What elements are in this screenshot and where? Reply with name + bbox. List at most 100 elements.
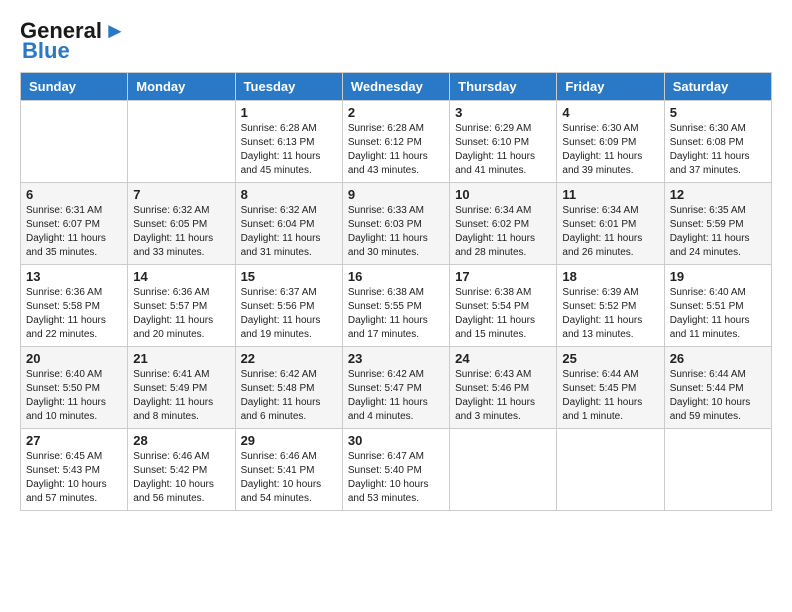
day-number: 18 bbox=[562, 269, 658, 284]
calendar-cell: 28 Sunrise: 6:46 AM Sunset: 5:42 PM Dayli… bbox=[128, 429, 235, 511]
calendar-cell: 22 Sunrise: 6:42 AM Sunset: 5:48 PM Dayli… bbox=[235, 347, 342, 429]
day-info: Sunrise: 6:42 AM Sunset: 5:47 PM Dayligh… bbox=[348, 368, 444, 424]
calendar-cell bbox=[21, 101, 128, 183]
day-number: 9 bbox=[348, 187, 444, 202]
day-info: Sunrise: 6:40 AM Sunset: 5:50 PM Dayligh… bbox=[26, 368, 122, 424]
calendar-cell bbox=[557, 429, 664, 511]
weekday-header: Tuesday bbox=[235, 73, 342, 101]
calendar-cell: 13 Sunrise: 6:36 AM Sunset: 5:58 PM Dayli… bbox=[21, 265, 128, 347]
weekday-header: Sunday bbox=[21, 73, 128, 101]
day-info: Sunrise: 6:29 AM Sunset: 6:10 PM Dayligh… bbox=[455, 122, 551, 178]
calendar-cell: 3 Sunrise: 6:29 AM Sunset: 6:10 PM Daylig… bbox=[450, 101, 557, 183]
calendar-cell: 7Sunrise: 6:32 AM Sunset: 6:05 PM Daylig… bbox=[128, 183, 235, 265]
calendar-cell: 19 Sunrise: 6:40 AM Sunset: 5:51 PM Dayli… bbox=[664, 265, 771, 347]
day-number: 30 bbox=[348, 433, 444, 448]
day-number: 3 bbox=[455, 105, 551, 120]
day-number: 27 bbox=[26, 433, 122, 448]
day-info: Sunrise: 6:30 AM Sunset: 6:08 PM Dayligh… bbox=[670, 122, 766, 178]
weekday-header: Wednesday bbox=[342, 73, 449, 101]
day-number: 29 bbox=[241, 433, 337, 448]
day-number: 21 bbox=[133, 351, 229, 366]
calendar-cell: 17Sunrise: 6:38 AM Sunset: 5:54 PM Dayli… bbox=[450, 265, 557, 347]
day-info: Sunrise: 6:47 AM Sunset: 5:40 PM Dayligh… bbox=[348, 450, 444, 506]
day-info: Sunrise: 6:30 AM Sunset: 6:09 PM Dayligh… bbox=[562, 122, 658, 178]
calendar-cell: 2Sunrise: 6:28 AM Sunset: 6:12 PM Daylig… bbox=[342, 101, 449, 183]
day-info: Sunrise: 6:46 AM Sunset: 5:42 PM Dayligh… bbox=[133, 450, 229, 506]
day-number: 5 bbox=[670, 105, 766, 120]
calendar-cell: 23 Sunrise: 6:42 AM Sunset: 5:47 PM Dayli… bbox=[342, 347, 449, 429]
calendar-cell: 4 Sunrise: 6:30 AM Sunset: 6:09 PM Daylig… bbox=[557, 101, 664, 183]
day-info: Sunrise: 6:44 AM Sunset: 5:44 PM Dayligh… bbox=[670, 368, 766, 424]
day-number: 8 bbox=[241, 187, 337, 202]
day-info: Sunrise: 6:35 AM Sunset: 5:59 PM Dayligh… bbox=[670, 204, 766, 260]
day-info: Sunrise: 6:44 AM Sunset: 5:45 PM Dayligh… bbox=[562, 368, 658, 424]
weekday-header: Monday bbox=[128, 73, 235, 101]
calendar-cell: 18 Sunrise: 6:39 AM Sunset: 5:52 PM Dayli… bbox=[557, 265, 664, 347]
calendar-cell bbox=[128, 101, 235, 183]
calendar-cell: 6 Sunrise: 6:31 AM Sunset: 6:07 PM Daylig… bbox=[21, 183, 128, 265]
calendar-cell: 9Sunrise: 6:33 AM Sunset: 6:03 PM Daylig… bbox=[342, 183, 449, 265]
day-info: Sunrise: 6:36 AM Sunset: 5:58 PM Dayligh… bbox=[26, 286, 122, 342]
calendar-week-row: 1 Sunrise: 6:28 AM Sunset: 6:13 PM Daylig… bbox=[21, 101, 772, 183]
day-number: 14 bbox=[133, 269, 229, 284]
day-info: Sunrise: 6:28 AM Sunset: 6:12 PM Dayligh… bbox=[348, 122, 444, 178]
day-info: Sunrise: 6:42 AM Sunset: 5:48 PM Dayligh… bbox=[241, 368, 337, 424]
day-info: Sunrise: 6:37 AM Sunset: 5:56 PM Dayligh… bbox=[241, 286, 337, 342]
page-header: General► Blue bbox=[20, 20, 772, 62]
day-number: 6 bbox=[26, 187, 122, 202]
day-number: 22 bbox=[241, 351, 337, 366]
day-number: 23 bbox=[348, 351, 444, 366]
day-info: Sunrise: 6:38 AM Sunset: 5:55 PM Dayligh… bbox=[348, 286, 444, 342]
calendar-cell: 25 Sunrise: 6:44 AM Sunset: 5:45 PM Dayli… bbox=[557, 347, 664, 429]
calendar-cell: 30 Sunrise: 6:47 AM Sunset: 5:40 PM Dayli… bbox=[342, 429, 449, 511]
day-info: Sunrise: 6:32 AM Sunset: 6:05 PM Dayligh… bbox=[133, 204, 229, 260]
day-info: Sunrise: 6:46 AM Sunset: 5:41 PM Dayligh… bbox=[241, 450, 337, 506]
calendar-cell: 14 Sunrise: 6:36 AM Sunset: 5:57 PM Dayli… bbox=[128, 265, 235, 347]
calendar-cell bbox=[664, 429, 771, 511]
day-number: 25 bbox=[562, 351, 658, 366]
calendar-cell: 26 Sunrise: 6:44 AM Sunset: 5:44 PM Dayli… bbox=[664, 347, 771, 429]
day-info: Sunrise: 6:34 AM Sunset: 6:01 PM Dayligh… bbox=[562, 204, 658, 260]
day-number: 19 bbox=[670, 269, 766, 284]
logo: General► Blue bbox=[20, 20, 126, 62]
calendar-cell: 8 Sunrise: 6:32 AM Sunset: 6:04 PM Daylig… bbox=[235, 183, 342, 265]
weekday-header: Thursday bbox=[450, 73, 557, 101]
calendar-cell: 11 Sunrise: 6:34 AM Sunset: 6:01 PM Dayli… bbox=[557, 183, 664, 265]
calendar-cell: 21 Sunrise: 6:41 AM Sunset: 5:49 PM Dayli… bbox=[128, 347, 235, 429]
day-number: 17 bbox=[455, 269, 551, 284]
calendar-table: SundayMondayTuesdayWednesdayThursdayFrid… bbox=[20, 72, 772, 511]
day-number: 10 bbox=[455, 187, 551, 202]
day-number: 12 bbox=[670, 187, 766, 202]
calendar-cell: 27 Sunrise: 6:45 AM Sunset: 5:43 PM Dayli… bbox=[21, 429, 128, 511]
calendar-week-row: 27 Sunrise: 6:45 AM Sunset: 5:43 PM Dayli… bbox=[21, 429, 772, 511]
day-number: 26 bbox=[670, 351, 766, 366]
calendar-cell: 15 Sunrise: 6:37 AM Sunset: 5:56 PM Dayli… bbox=[235, 265, 342, 347]
day-number: 16 bbox=[348, 269, 444, 284]
day-info: Sunrise: 6:41 AM Sunset: 5:49 PM Dayligh… bbox=[133, 368, 229, 424]
day-number: 11 bbox=[562, 187, 658, 202]
day-number: 28 bbox=[133, 433, 229, 448]
day-info: Sunrise: 6:34 AM Sunset: 6:02 PM Dayligh… bbox=[455, 204, 551, 260]
calendar-week-row: 13 Sunrise: 6:36 AM Sunset: 5:58 PM Dayli… bbox=[21, 265, 772, 347]
weekday-header: Friday bbox=[557, 73, 664, 101]
calendar-cell bbox=[450, 429, 557, 511]
day-info: Sunrise: 6:40 AM Sunset: 5:51 PM Dayligh… bbox=[670, 286, 766, 342]
calendar-cell: 16 Sunrise: 6:38 AM Sunset: 5:55 PM Dayli… bbox=[342, 265, 449, 347]
day-number: 20 bbox=[26, 351, 122, 366]
calendar-cell: 20 Sunrise: 6:40 AM Sunset: 5:50 PM Dayli… bbox=[21, 347, 128, 429]
day-info: Sunrise: 6:31 AM Sunset: 6:07 PM Dayligh… bbox=[26, 204, 122, 260]
day-info: Sunrise: 6:32 AM Sunset: 6:04 PM Dayligh… bbox=[241, 204, 337, 260]
day-info: Sunrise: 6:36 AM Sunset: 5:57 PM Dayligh… bbox=[133, 286, 229, 342]
calendar-cell: 5 Sunrise: 6:30 AM Sunset: 6:08 PM Daylig… bbox=[664, 101, 771, 183]
day-number: 4 bbox=[562, 105, 658, 120]
day-info: Sunrise: 6:39 AM Sunset: 5:52 PM Dayligh… bbox=[562, 286, 658, 342]
calendar-cell: 29 Sunrise: 6:46 AM Sunset: 5:41 PM Dayli… bbox=[235, 429, 342, 511]
day-number: 1 bbox=[241, 105, 337, 120]
calendar-cell: 12 Sunrise: 6:35 AM Sunset: 5:59 PM Dayli… bbox=[664, 183, 771, 265]
day-number: 13 bbox=[26, 269, 122, 284]
day-info: Sunrise: 6:28 AM Sunset: 6:13 PM Dayligh… bbox=[241, 122, 337, 178]
calendar-cell: 1 Sunrise: 6:28 AM Sunset: 6:13 PM Daylig… bbox=[235, 101, 342, 183]
day-info: Sunrise: 6:45 AM Sunset: 5:43 PM Dayligh… bbox=[26, 450, 122, 506]
day-number: 15 bbox=[241, 269, 337, 284]
calendar-week-row: 6 Sunrise: 6:31 AM Sunset: 6:07 PM Daylig… bbox=[21, 183, 772, 265]
